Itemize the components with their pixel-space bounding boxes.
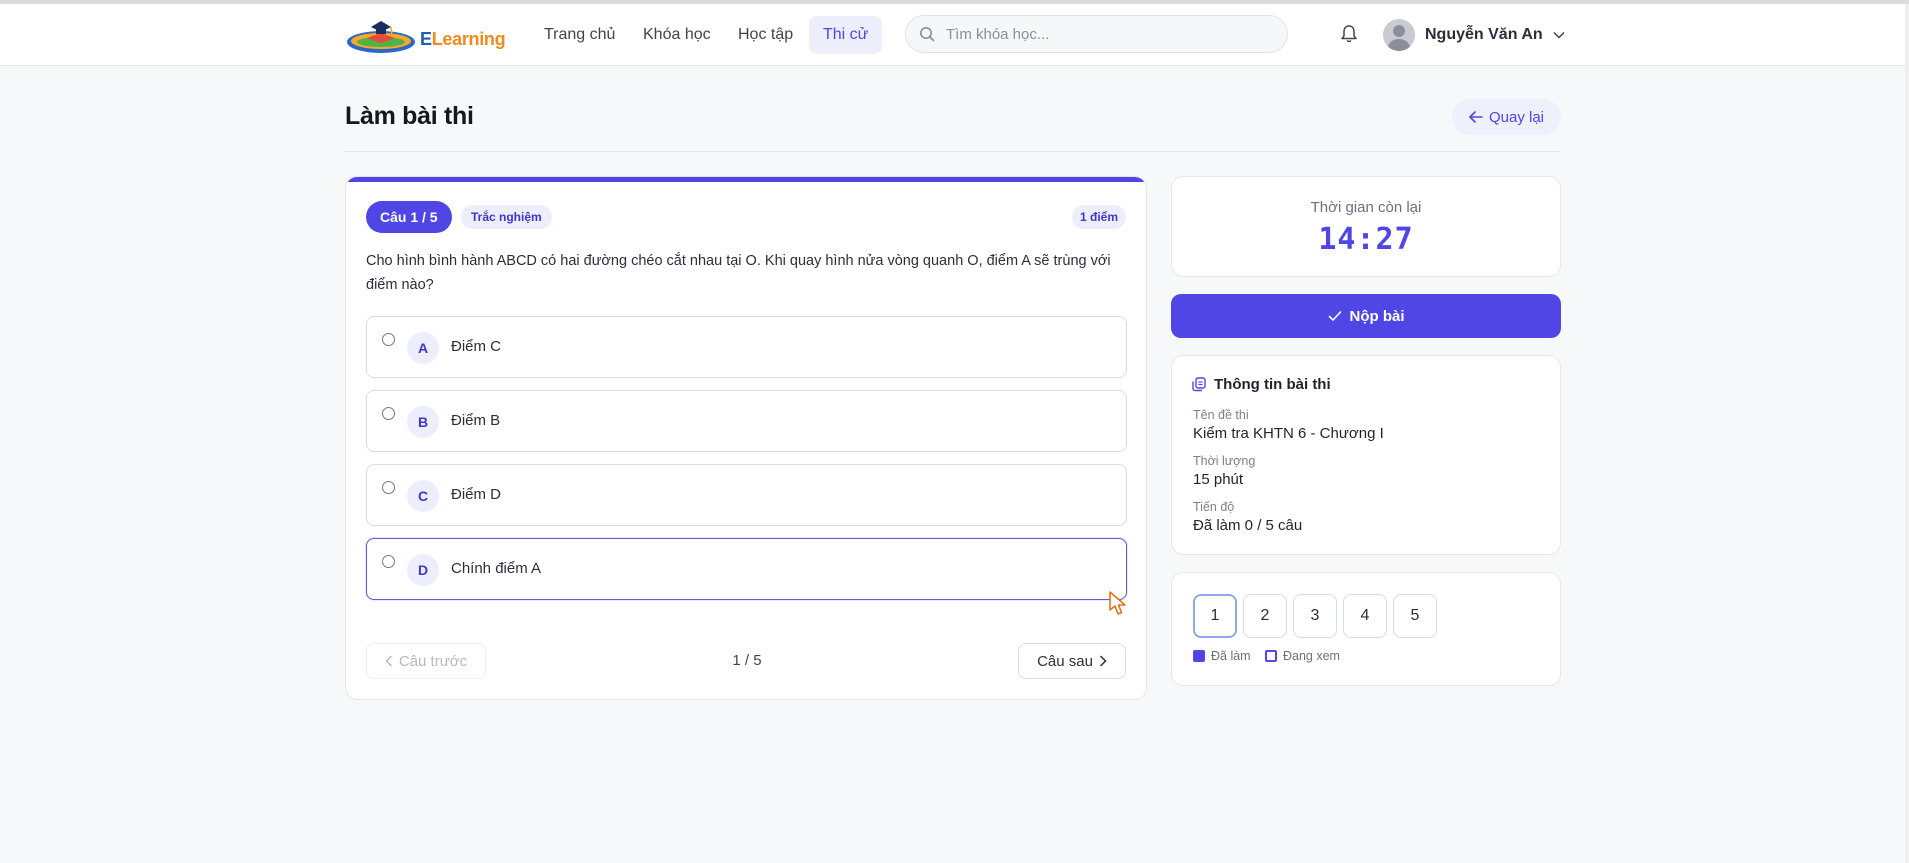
- legend-viewing: Đang xem: [1265, 649, 1340, 663]
- answer-option-d[interactable]: D Chính điểm A: [366, 538, 1127, 600]
- top-navbar: ELearning Trang chủ Khóa học Học tập Thi…: [0, 4, 1909, 66]
- next-question-button[interactable]: Câu sau: [1018, 643, 1126, 679]
- exam-info-card: Thông tin bài thi Tên đề thi Kiểm tra KH…: [1171, 355, 1561, 555]
- answer-letter-a: A: [407, 332, 439, 364]
- answer-radio-a[interactable]: [382, 333, 395, 346]
- legend-answered-label: Đã làm: [1211, 649, 1251, 663]
- progress-value: Đã làm 0 / 5 câu: [1193, 517, 1303, 534]
- question-points-badge: 1 điểm: [1071, 205, 1126, 229]
- page-scrollbar[interactable]: [1905, 4, 1909, 863]
- user-menu[interactable]: Nguyễn Văn An: [1383, 17, 1565, 53]
- exam-name-value: Kiểm tra KHTN 6 - Chương I: [1193, 425, 1384, 442]
- search-box[interactable]: [905, 15, 1288, 53]
- timer-card: Thời gian còn lại 14:27: [1171, 176, 1561, 277]
- question-nav-button-2[interactable]: 2: [1243, 594, 1287, 638]
- question-nav-button-1[interactable]: 1: [1193, 594, 1237, 638]
- elearning-logo[interactable]: ELearning: [345, 16, 506, 56]
- answer-letter-b: B: [407, 406, 439, 438]
- search-input[interactable]: [946, 16, 1276, 52]
- answer-text-b: Điểm B: [451, 412, 501, 429]
- graduation-cap-logo-icon: [347, 21, 415, 53]
- copy-document-icon: [1192, 377, 1206, 392]
- exam-info-heading: Thông tin bài thi: [1192, 376, 1331, 393]
- viewing-swatch: [1265, 650, 1277, 662]
- exam-info-title: Thông tin bài thi: [1214, 376, 1331, 393]
- question-text: Cho hình bình hành ABCD có hai đường ché…: [366, 253, 1111, 293]
- answered-swatch: [1193, 650, 1205, 662]
- question-number-badge: Câu 1 / 5: [366, 201, 452, 233]
- answer-option-b[interactable]: B Điểm B: [366, 390, 1127, 452]
- header-divider: [345, 151, 1561, 152]
- user-name: Nguyễn Văn An: [1425, 26, 1543, 43]
- check-icon: [1328, 311, 1341, 321]
- hand-pointer-cursor-icon: [1109, 591, 1126, 615]
- timer-value: 14:27: [1318, 222, 1414, 257]
- answer-option-c[interactable]: C Điểm D: [366, 464, 1127, 526]
- nav-learning[interactable]: Học tập: [724, 16, 807, 54]
- answer-radio-c[interactable]: [382, 481, 395, 494]
- chevron-down-icon: [1553, 31, 1565, 39]
- duration-label: Thời lượng: [1193, 454, 1256, 468]
- arrow-left-icon: [1469, 111, 1483, 123]
- question-nav-button-4[interactable]: 4: [1343, 594, 1387, 638]
- answer-option-a[interactable]: A Điểm C: [366, 316, 1127, 378]
- answer-radio-d[interactable]: [382, 555, 395, 568]
- submit-exam-label: Nộp bài: [1349, 307, 1405, 325]
- answer-text-c: Điểm D: [451, 486, 502, 503]
- legend-answered: Đã làm: [1193, 649, 1251, 663]
- question-nav-button-5[interactable]: 5: [1393, 594, 1437, 638]
- page-title: Làm bài thi: [345, 102, 474, 130]
- answer-text-a: Điểm C: [451, 338, 502, 355]
- logo-text: ELearning: [420, 29, 506, 49]
- next-question-label: Câu sau: [1037, 652, 1093, 670]
- nav-home[interactable]: Trang chủ: [530, 16, 629, 54]
- question-card-accent-bar: [346, 177, 1146, 182]
- question-navigator: 1 2 3 4 5 Đã làm Đang xem: [1171, 572, 1561, 686]
- back-button[interactable]: Quay lại: [1452, 99, 1561, 135]
- progress-label: Tiến độ: [1193, 500, 1235, 514]
- answer-letter-d: D: [407, 554, 439, 586]
- answer-radio-b[interactable]: [382, 407, 395, 420]
- timer-label: Thời gian còn lại: [1310, 199, 1422, 216]
- legend-viewing-label: Đang xem: [1283, 649, 1340, 663]
- chevron-right-icon: [1099, 655, 1107, 667]
- search-icon: [920, 27, 935, 42]
- exam-name-label: Tên đề thi: [1193, 408, 1249, 422]
- submit-exam-button[interactable]: Nộp bài: [1171, 294, 1561, 338]
- question-type-badge: Trắc nghiệm: [461, 205, 552, 229]
- question-card: Câu 1 / 5 Trắc nghiệm 1 điểm Cho hình bì…: [345, 176, 1147, 700]
- avatar: [1383, 19, 1415, 51]
- question-nav-button-3[interactable]: 3: [1293, 594, 1337, 638]
- back-button-label: Quay lại: [1488, 108, 1545, 126]
- duration-value: 15 phút: [1193, 471, 1244, 488]
- nav-courses[interactable]: Khóa học: [629, 16, 725, 54]
- nav-exams[interactable]: Thi cử: [809, 16, 883, 54]
- answer-letter-c: C: [407, 480, 439, 512]
- notification-bell-icon[interactable]: [1340, 24, 1358, 44]
- answer-text-d: Chính điểm A: [451, 560, 542, 577]
